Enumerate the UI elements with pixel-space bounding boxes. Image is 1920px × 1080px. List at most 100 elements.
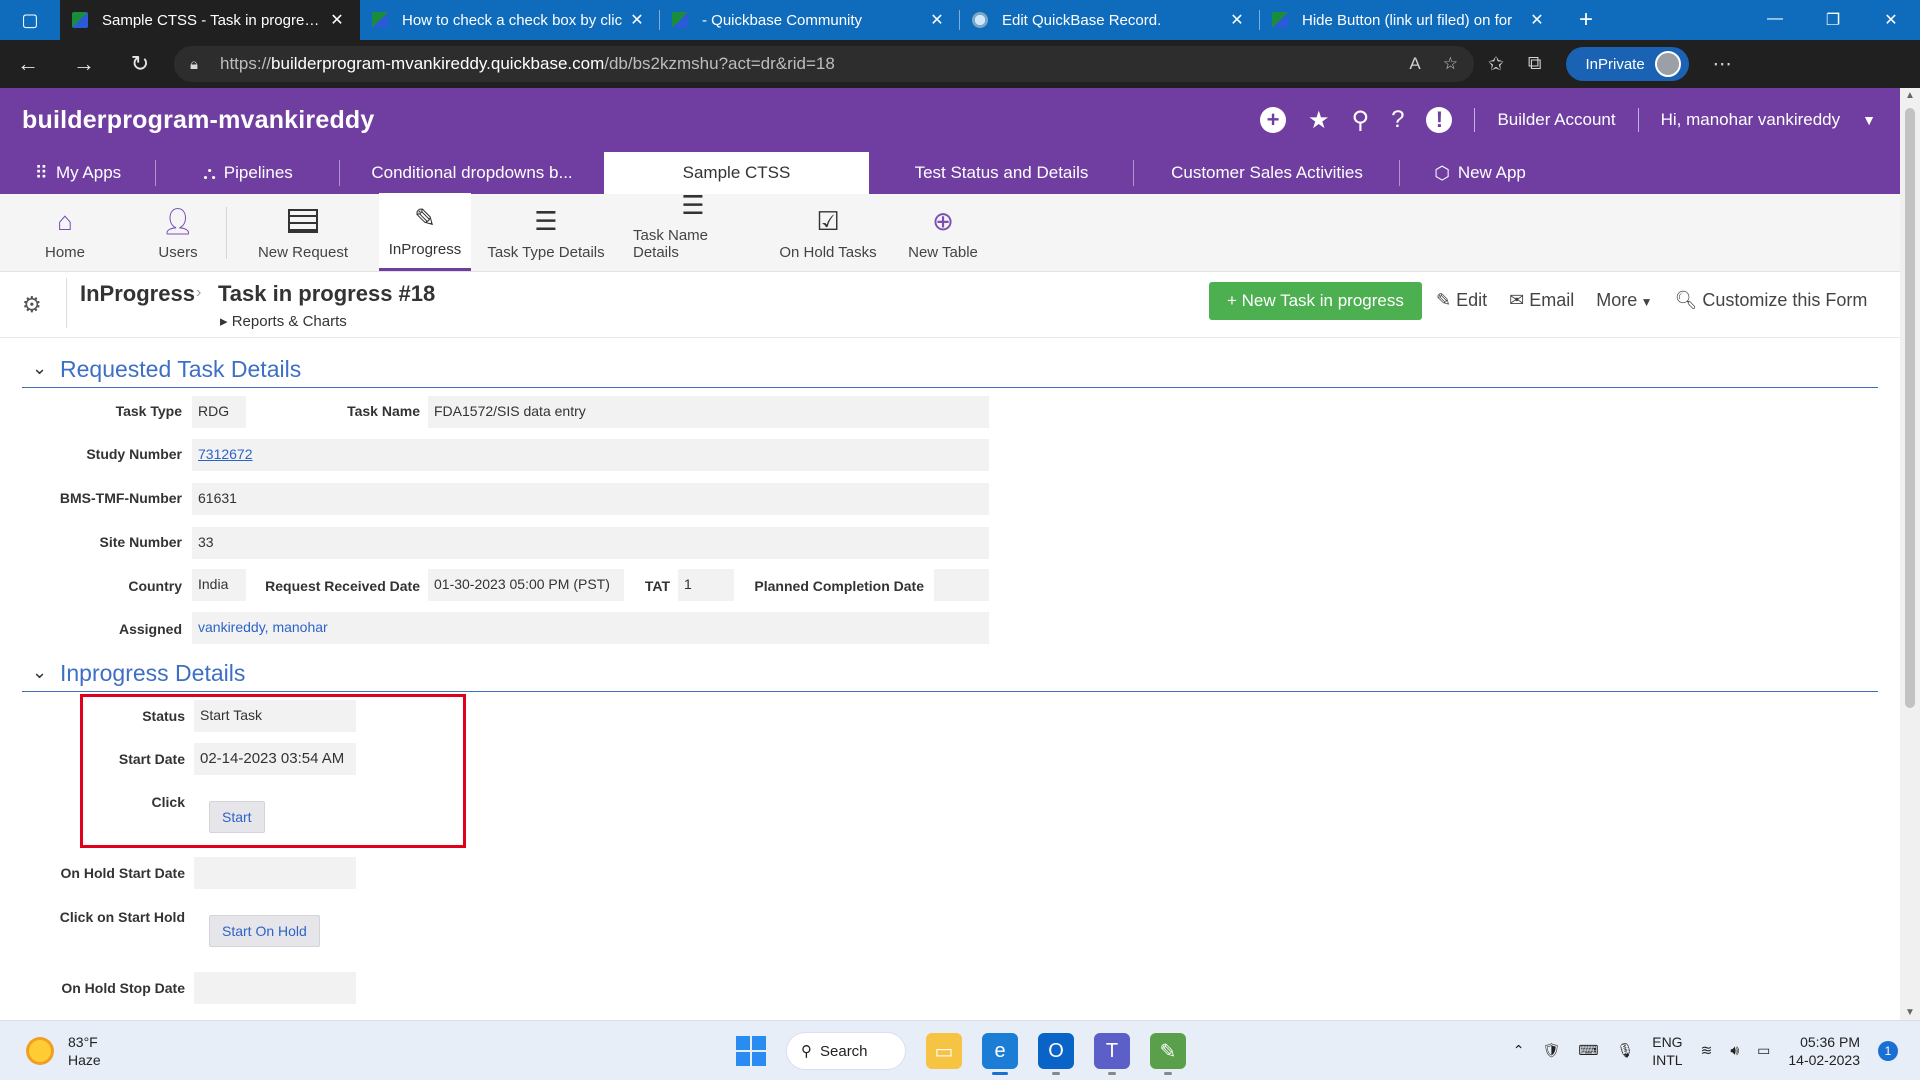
table-home[interactable]: ⌂ Home: [0, 193, 130, 271]
favorites-icon[interactable]: ✩: [1488, 53, 1504, 76]
microphone-icon[interactable]: 🎙︎: [1616, 1042, 1634, 1059]
taskbar-search[interactable]: ⚲ Search: [786, 1032, 906, 1070]
page-scrollbar[interactable]: ▲ ▼: [1900, 88, 1920, 1020]
new-app-icon: ⬡: [1434, 162, 1450, 183]
email-button[interactable]: ✉ Email: [1509, 290, 1574, 311]
browser-tab[interactable]: How to check a check box by clic ✕: [360, 0, 660, 40]
defender-shield-icon[interactable]: 🛡︎: [1542, 1042, 1560, 1059]
scroll-down-icon[interactable]: ▼: [1900, 1007, 1920, 1018]
reports-charts-link[interactable]: ▸ Reports & Charts: [220, 312, 347, 330]
table-on-hold-tasks[interactable]: ☑ On Hold Tasks: [765, 193, 891, 271]
temperature: 83°F: [68, 1033, 98, 1050]
start-button[interactable]: Start: [209, 801, 265, 833]
scrollbar-thumb[interactable]: [1905, 108, 1915, 708]
close-tab-icon[interactable]: ✕: [926, 10, 948, 30]
language-indicator[interactable]: ENG INTL: [1652, 1033, 1682, 1069]
tab-actions-icon[interactable]: ▢: [0, 0, 60, 40]
table-new-request[interactable]: New Request: [227, 193, 379, 271]
more-options-icon[interactable]: ⋯: [1713, 53, 1732, 76]
section-title[interactable]: Requested Task Details: [60, 356, 301, 383]
edit-button[interactable]: ✎ Edit: [1436, 290, 1487, 311]
customize-form-button[interactable]: 🔍︎ Customize this Form: [1674, 290, 1867, 311]
new-tab-icon[interactable]: +: [1566, 6, 1606, 34]
app-tab-conditional-dropdowns[interactable]: Conditional dropdowns b...: [340, 152, 604, 194]
app-name[interactable]: builderprogram-mvankireddy: [22, 106, 375, 135]
keyboard-icon[interactable]: ⌨: [1578, 1042, 1598, 1059]
table-bar: ⌂ Home 👤︎ Users New Request ✎ InProgress…: [0, 190, 1900, 272]
battery-icon[interactable]: ▭: [1757, 1042, 1770, 1059]
browser-tab[interactable]: - Quickbase Community ✕: [660, 0, 960, 40]
chevron-down-icon[interactable]: ⌄: [32, 662, 47, 683]
app-tab-test-status[interactable]: Test Status and Details: [869, 152, 1134, 194]
app-tab-new-app[interactable]: ⬡ New App: [1400, 152, 1560, 194]
close-tab-icon[interactable]: ✕: [1526, 10, 1548, 30]
app-tab-pipelines[interactable]: ⛬ Pipelines: [156, 152, 340, 194]
table-task-name-details[interactable]: ☰ Task Name Details: [621, 190, 765, 271]
teams-icon[interactable]: T: [1094, 1033, 1130, 1075]
close-tab-icon[interactable]: ✕: [626, 10, 648, 30]
favorites-star-icon[interactable]: ★: [1308, 106, 1330, 135]
file-explorer-icon[interactable]: ▭: [926, 1033, 962, 1069]
inprivate-button[interactable]: InPrivate: [1565, 47, 1689, 81]
read-aloud-icon[interactable]: A: [1409, 54, 1420, 74]
volume-icon[interactable]: 🔊︎: [1730, 1042, 1739, 1059]
forward-icon[interactable]: →: [56, 51, 112, 77]
chevron-up-icon[interactable]: ⌃: [1513, 1042, 1525, 1059]
start-date-label: Start Date: [118, 751, 185, 767]
assigned-value[interactable]: vankireddy, manohar: [192, 612, 989, 644]
paint-app-icon[interactable]: ✎: [1150, 1033, 1186, 1075]
user-menu[interactable]: Hi, manohar vankireddy: [1661, 110, 1841, 130]
app-tab-sample-ctss[interactable]: Sample CTSS: [604, 152, 869, 194]
tat-value: 1: [678, 569, 734, 601]
new-task-button[interactable]: + New Task in progress: [1209, 282, 1422, 320]
table-inprogress[interactable]: ✎ InProgress: [379, 193, 471, 271]
address-bar[interactable]: 🔒︎ https://builderprogram-mvankireddy.qu…: [174, 46, 1474, 82]
close-window-icon[interactable]: ✕: [1862, 10, 1920, 30]
table-label: Task Name Details: [633, 227, 709, 261]
alert-icon[interactable]: !: [1426, 107, 1453, 133]
gear-icon[interactable]: ⚙: [22, 292, 42, 318]
browser-tab[interactable]: Sample CTSS - Task in progress # ✕: [60, 0, 360, 40]
inprivate-label: InPrivate: [1585, 55, 1645, 73]
wifi-icon[interactable]: ≋: [1701, 1042, 1713, 1059]
back-icon[interactable]: ←: [0, 51, 56, 77]
browser-tab[interactable]: Edit QuickBase Record. ✕: [960, 0, 1260, 40]
notification-badge[interactable]: 1: [1878, 1040, 1898, 1061]
table-new-table[interactable]: ⊕ New Table: [891, 193, 995, 271]
chevron-down-icon[interactable]: ⌄: [32, 358, 47, 379]
app-tab-my-apps[interactable]: ⠿ My Apps: [0, 152, 156, 194]
close-tab-icon[interactable]: ✕: [1226, 10, 1248, 30]
breadcrumb-table[interactable]: InProgress: [80, 281, 195, 307]
close-tab-icon[interactable]: ✕: [326, 10, 348, 30]
minimize-icon[interactable]: —: [1746, 10, 1804, 30]
edge-browser-icon[interactable]: e: [982, 1033, 1018, 1075]
create-new-icon[interactable]: +: [1260, 107, 1287, 133]
study-number-link[interactable]: 7312672: [198, 446, 253, 462]
weather-widget[interactable]: 83°F Haze: [26, 1033, 101, 1069]
click-label: Click: [151, 794, 185, 810]
collections-icon[interactable]: ⧉: [1528, 53, 1542, 75]
plus-circle-icon: ⊕: [932, 205, 954, 236]
builder-account-link[interactable]: Builder Account: [1497, 110, 1615, 130]
chevron-down-icon[interactable]: ▼: [1862, 112, 1876, 128]
outlook-icon[interactable]: O: [1038, 1033, 1074, 1075]
section-title[interactable]: Inprogress Details: [60, 660, 245, 687]
lock-icon[interactable]: 🔒︎: [190, 56, 220, 73]
search-icon[interactable]: ⚲: [1352, 106, 1370, 135]
caret-down-icon: ▼: [1637, 295, 1653, 309]
system-clock[interactable]: 05:36 PM 14-02-2023: [1788, 1033, 1860, 1069]
more-button[interactable]: More ▼: [1596, 290, 1652, 311]
home-icon: ⌂: [57, 205, 73, 236]
restore-icon[interactable]: ❐: [1804, 10, 1862, 30]
scroll-up-icon[interactable]: ▲: [1900, 90, 1920, 101]
add-favorite-icon[interactable]: ☆: [1443, 54, 1458, 74]
table-users[interactable]: 👤︎ Users: [130, 193, 226, 271]
start-on-hold-button[interactable]: Start On Hold: [209, 915, 320, 947]
refresh-icon[interactable]: ↻: [112, 51, 168, 77]
browser-tab[interactable]: Hide Button (link url filed) on for ✕: [1260, 0, 1560, 40]
table-task-type-details[interactable]: ☰ Task Type Details: [471, 193, 621, 271]
study-number-label: Study Number: [86, 446, 182, 462]
start-menu-icon[interactable]: [736, 1036, 766, 1066]
help-icon[interactable]: ?: [1391, 106, 1404, 134]
app-tab-customer-sales[interactable]: Customer Sales Activities: [1134, 152, 1400, 194]
